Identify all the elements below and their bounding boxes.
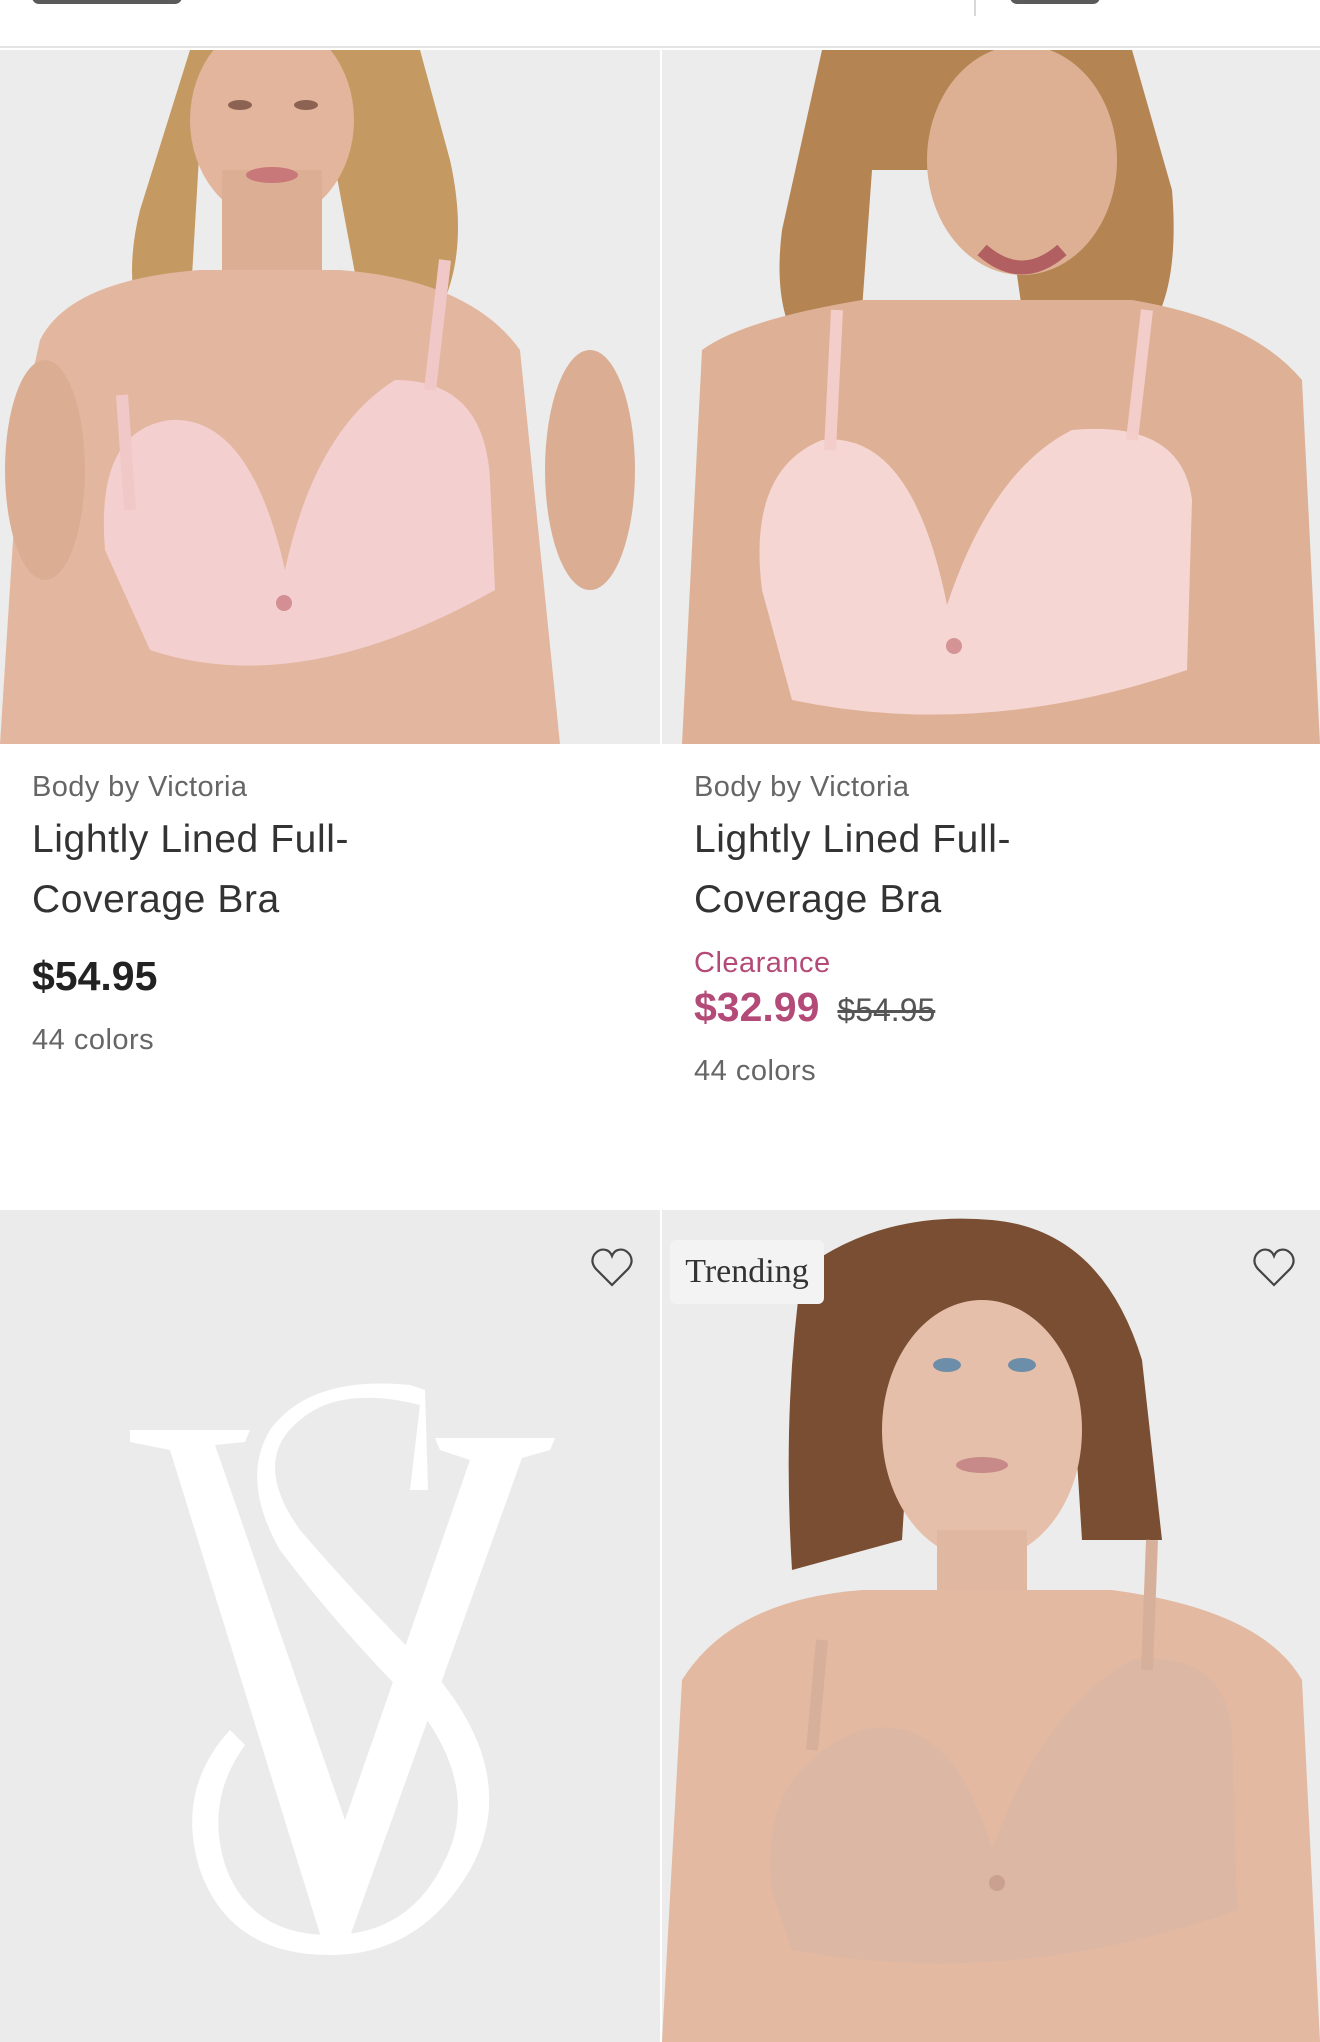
sale-price: $32.99 <box>694 984 820 1030</box>
product-title[interactable]: Lightly Lined Full-Coverage Bra <box>32 810 452 930</box>
top-bar-divider <box>974 0 976 16</box>
top-bar-text-fragment <box>32 0 182 4</box>
favorite-button[interactable] <box>588 1244 636 1292</box>
product-info-1[interactable]: Body by Victoria Lightly Lined Full-Cove… <box>32 770 452 1057</box>
vs-logo <box>0 1210 660 2042</box>
original-price: $54.95 <box>837 992 936 1028</box>
top-bar <box>0 0 1320 48</box>
product-brand: Body by Victoria <box>694 771 910 803</box>
product-info-2[interactable]: Body by Victoria Lightly Lined Full-Cove… <box>694 770 1114 1088</box>
favorite-button[interactable] <box>1250 1244 1298 1292</box>
product-price: $54.95 <box>32 953 158 999</box>
trending-badge: Trending <box>670 1240 824 1304</box>
product-image-placeholder[interactable] <box>0 1210 660 2042</box>
product-colors-count[interactable]: 44 colors <box>694 1055 1114 1088</box>
top-bar-text-fragment <box>1010 0 1100 4</box>
heart-outline-icon <box>1253 1248 1295 1287</box>
product-title[interactable]: Lightly Lined Full-Coverage Bra <box>694 810 1114 930</box>
price-row: $32.99 $54.95 <box>694 984 1114 1031</box>
product-image-1[interactable] <box>0 50 660 744</box>
heart-outline-icon <box>591 1248 633 1287</box>
clearance-label: Clearance <box>694 947 831 979</box>
product-colors-count[interactable]: 44 colors <box>32 1024 452 1057</box>
product-image-2[interactable] <box>662 50 1320 744</box>
product-brand: Body by Victoria <box>32 771 248 803</box>
product-image-4[interactable] <box>662 1210 1320 2042</box>
